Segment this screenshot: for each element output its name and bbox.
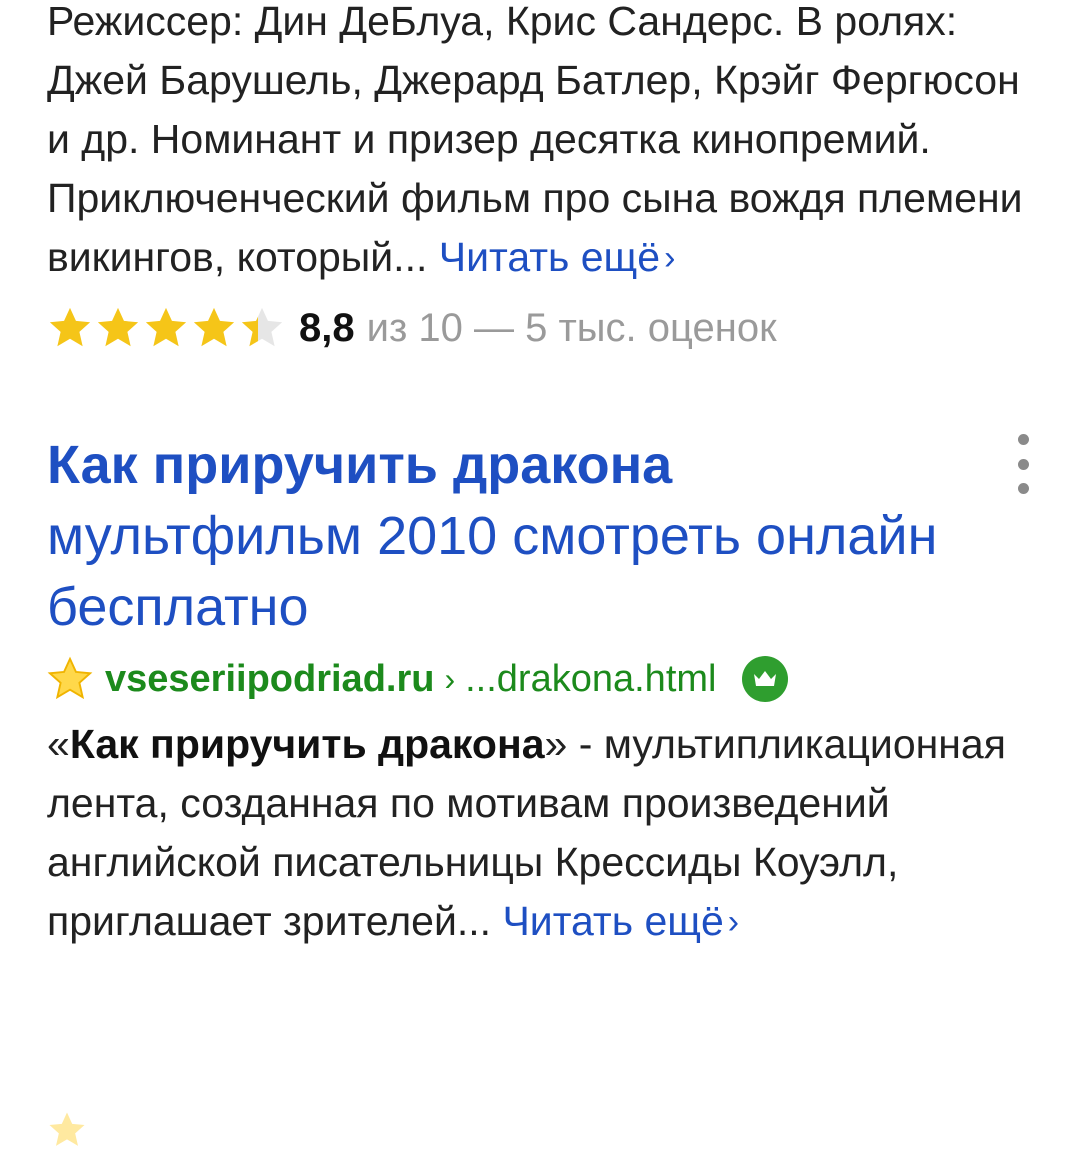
read-more-link[interactable]: Читать ещё › — [502, 898, 739, 944]
more-vertical-icon-dot — [1017, 458, 1029, 470]
crown-icon-glyph — [754, 671, 777, 686]
result-snippet: Режиссер: Дин ДеБлуа, Крис Сандерс. В ро… — [47, 0, 1032, 288]
more-options-button[interactable] — [1008, 434, 1038, 494]
result-url-row: vseseriipodriad.ru › ...drakona.html — [47, 651, 1032, 707]
search-results: Режиссер: Дин ДеБлуа, Крис Сандерс. В ро… — [47, 0, 1032, 952]
chevron-right-icon: › — [727, 903, 740, 941]
star-icon — [193, 307, 235, 347]
result-path-link[interactable]: ...drakona.html — [465, 658, 716, 701]
star-favicon-icon — [49, 1112, 85, 1146]
result-title-link[interactable]: Как приручить дракона мультфильм 2010 см… — [47, 430, 947, 643]
search-result: Как приручить дракона мультфильм 2010 см… — [47, 430, 1032, 952]
result-title-rest: мультфильм 2010 смотреть онлайн бесплатн… — [47, 506, 938, 637]
read-more-label: Читать ещё — [502, 898, 724, 944]
chevron-right-icon: › — [664, 239, 676, 277]
rating-row: 8,8 из 10 — 5 тыс. оценок — [47, 298, 1032, 358]
quote-close: » — [544, 721, 568, 767]
star-favicon-icon — [47, 656, 93, 700]
more-vertical-icon-dot — [1017, 434, 1029, 445]
read-more-label: Читать ещё — [438, 234, 661, 280]
snippet-highlight: Как приручить дракона — [69, 721, 545, 767]
breadcrumb-separator: › — [444, 660, 456, 697]
star-rating — [47, 305, 285, 351]
more-vertical-icon-dot — [1017, 483, 1029, 494]
star-icon — [145, 307, 187, 347]
read-more-link[interactable]: Читать ещё › — [439, 234, 676, 280]
rating-value: 8,8 — [299, 305, 355, 350]
result-title-bold: Как приручить дракона — [47, 435, 673, 495]
result-snippet: «Как приручить дракона» - мультипликацио… — [47, 715, 1032, 952]
star-icon — [97, 307, 139, 347]
quote-open: « — [47, 721, 70, 767]
star-icon — [241, 307, 283, 347]
rating-count: из 10 — 5 тыс. оценок — [366, 305, 777, 350]
star-icon — [49, 307, 91, 347]
result-domain-link[interactable]: vseseriipodriad.ru — [105, 658, 434, 701]
crown-icon[interactable] — [742, 656, 789, 702]
